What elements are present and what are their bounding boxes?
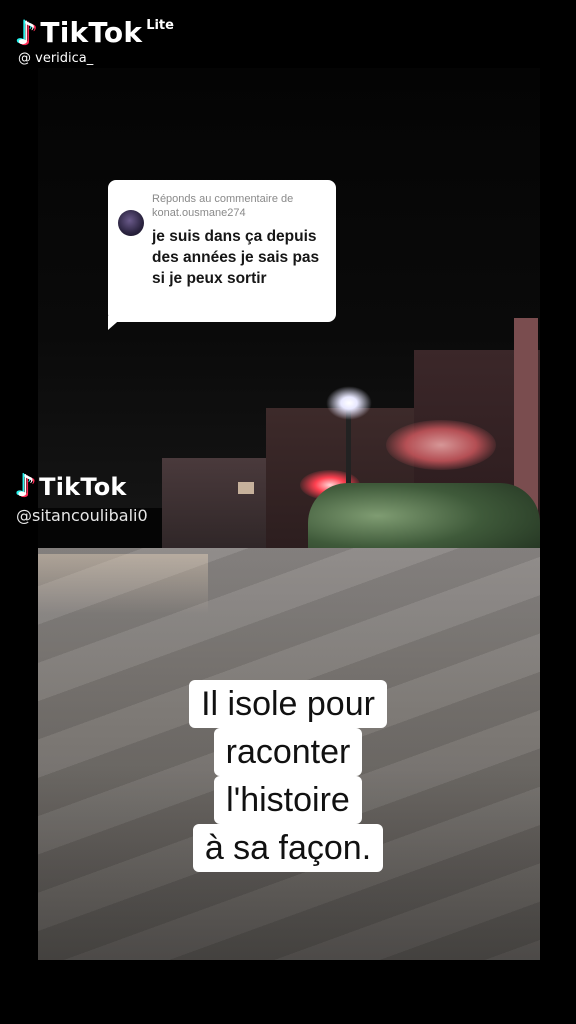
commenter-avatar [118,210,144,236]
tiktok-note-icon: ♪ [16,469,36,504]
caption-line: Il isole pour [189,680,387,728]
tiktok-watermark-secondary: ♪ TikTok @sitancoulibali0 [16,472,148,526]
reply-comment-bubble: Réponds au commentaire de konat.ousmane2… [108,180,336,322]
reply-comment-text: je suis dans ça depuis des années je sai… [152,228,320,287]
tiktok-video-frame: ♪ TikTok Lite @ veridica_ Réponds au com… [0,0,576,1024]
reply-header: Réponds au commentaire de konat.ousmane2… [152,193,294,219]
caption-line: l'histoire [214,776,362,824]
watermark-handle: @ veridica_ [18,51,94,66]
window-light [238,482,254,494]
watermark-secondary-logo-row: ♪ TikTok [16,472,148,502]
street-lamp-light [326,386,372,420]
caption-line: à sa façon. [192,824,384,872]
neon-sign-glow [386,420,496,470]
tiktok-lite-watermark: ♪ TikTok Lite @ veridica_ [16,16,174,66]
reply-bubble-tail [108,316,124,330]
video-caption: Il isole pour raconter l'histoire à sa f… [0,680,576,872]
watermark-brand: TikTok [40,16,143,49]
watermark-lite-badge: Lite [146,18,174,33]
ground-reflection [38,554,208,614]
watermark-logo-row: ♪ TikTok Lite [16,16,174,49]
tiktok-note-icon: ♪ [16,13,37,52]
watermark-secondary-brand: TikTok [39,473,127,501]
caption-line: raconter [213,728,363,776]
watermark-secondary-handle: @sitancoulibali0 [16,506,148,525]
